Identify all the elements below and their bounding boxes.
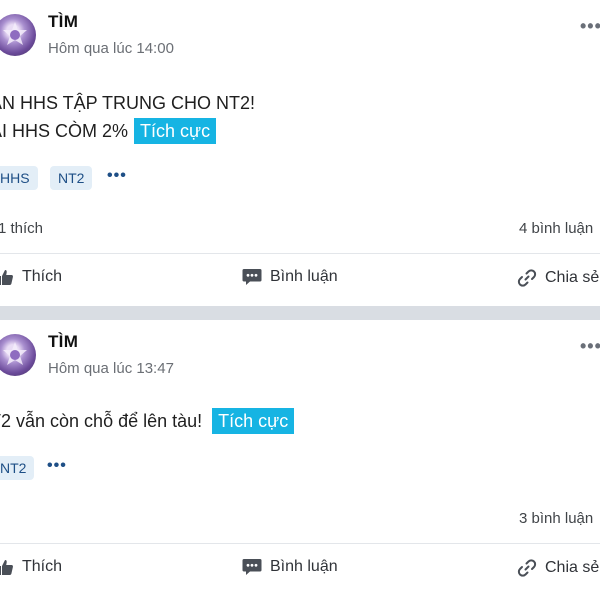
- share-label: Chia sẻ: [545, 269, 600, 286]
- tag-nt2[interactable]: NT2: [0, 456, 35, 480]
- share-label: Chia sẻ: [545, 559, 600, 576]
- post-separator: [0, 306, 600, 320]
- divider: [0, 543, 600, 544]
- post-content-line: ÁN HHS TẬP TRUNG CHO NT2!: [0, 93, 256, 113]
- comments-count[interactable]: 3 bình luận: [519, 510, 593, 527]
- more-horizontal-icon[interactable]: •••: [580, 336, 600, 357]
- share-button[interactable]: Chia sẻ: [517, 558, 599, 578]
- comments-count[interactable]: 4 bình luận: [519, 220, 593, 237]
- comment-button[interactable]: Bình luận: [242, 558, 338, 576]
- post-timestamp[interactable]: Hôm qua lúc 13:47: [48, 360, 174, 377]
- author-name[interactable]: TÌM: [48, 332, 78, 352]
- avatar[interactable]: [0, 14, 36, 56]
- link-icon: [517, 269, 537, 287]
- post-content-text: ẢI HHS CÒM 2%: [0, 121, 129, 141]
- comment-bubble-icon: [242, 559, 262, 575]
- comment-button[interactable]: Bình luận: [242, 268, 338, 286]
- divider: [0, 253, 600, 254]
- sentiment-badge: Tích cực: [212, 408, 295, 434]
- like-label: Thích: [22, 558, 63, 575]
- thumbs-up-icon: [0, 560, 13, 575]
- sentiment-badge: Tích cực: [134, 118, 217, 144]
- likes-count[interactable]: 1 thích: [0, 220, 43, 237]
- author-name[interactable]: TÌM: [48, 12, 78, 32]
- tags-more-icon[interactable]: •••: [47, 457, 67, 475]
- post-content-text: T2 vẫn còn chỗ để lên tàu!: [0, 411, 203, 431]
- like-button[interactable]: Thích: [0, 558, 62, 576]
- tags-more-icon[interactable]: •••: [107, 167, 127, 185]
- thumbs-up-icon: [0, 270, 13, 285]
- comment-label: Bình luận: [270, 268, 338, 285]
- post-timestamp[interactable]: Hôm qua lúc 14:00: [48, 40, 174, 57]
- comment-label: Bình luận: [270, 558, 338, 575]
- tag-nt2[interactable]: NT2: [50, 166, 93, 190]
- post-card: TÌM Hôm qua lúc 13:47 ••• T2 vẫn còn chỗ…: [0, 320, 600, 600]
- post-content-line: ẢI HHS CÒM 2% Tích cực: [0, 118, 217, 144]
- comment-bubble-icon: [242, 269, 262, 285]
- avatar[interactable]: [0, 334, 36, 376]
- like-label: Thích: [22, 268, 63, 285]
- like-button[interactable]: Thích: [0, 268, 62, 286]
- more-horizontal-icon[interactable]: •••: [580, 16, 600, 37]
- post-card: TÌM Hôm qua lúc 14:00 ••• ÁN HHS TẬP TRU…: [0, 0, 600, 306]
- tag-hhs[interactable]: HHS: [0, 166, 38, 190]
- post-content-line: T2 vẫn còn chỗ để lên tàu! Tích cực: [0, 408, 295, 434]
- share-button[interactable]: Chia sẻ: [517, 268, 599, 288]
- link-icon: [517, 559, 537, 577]
